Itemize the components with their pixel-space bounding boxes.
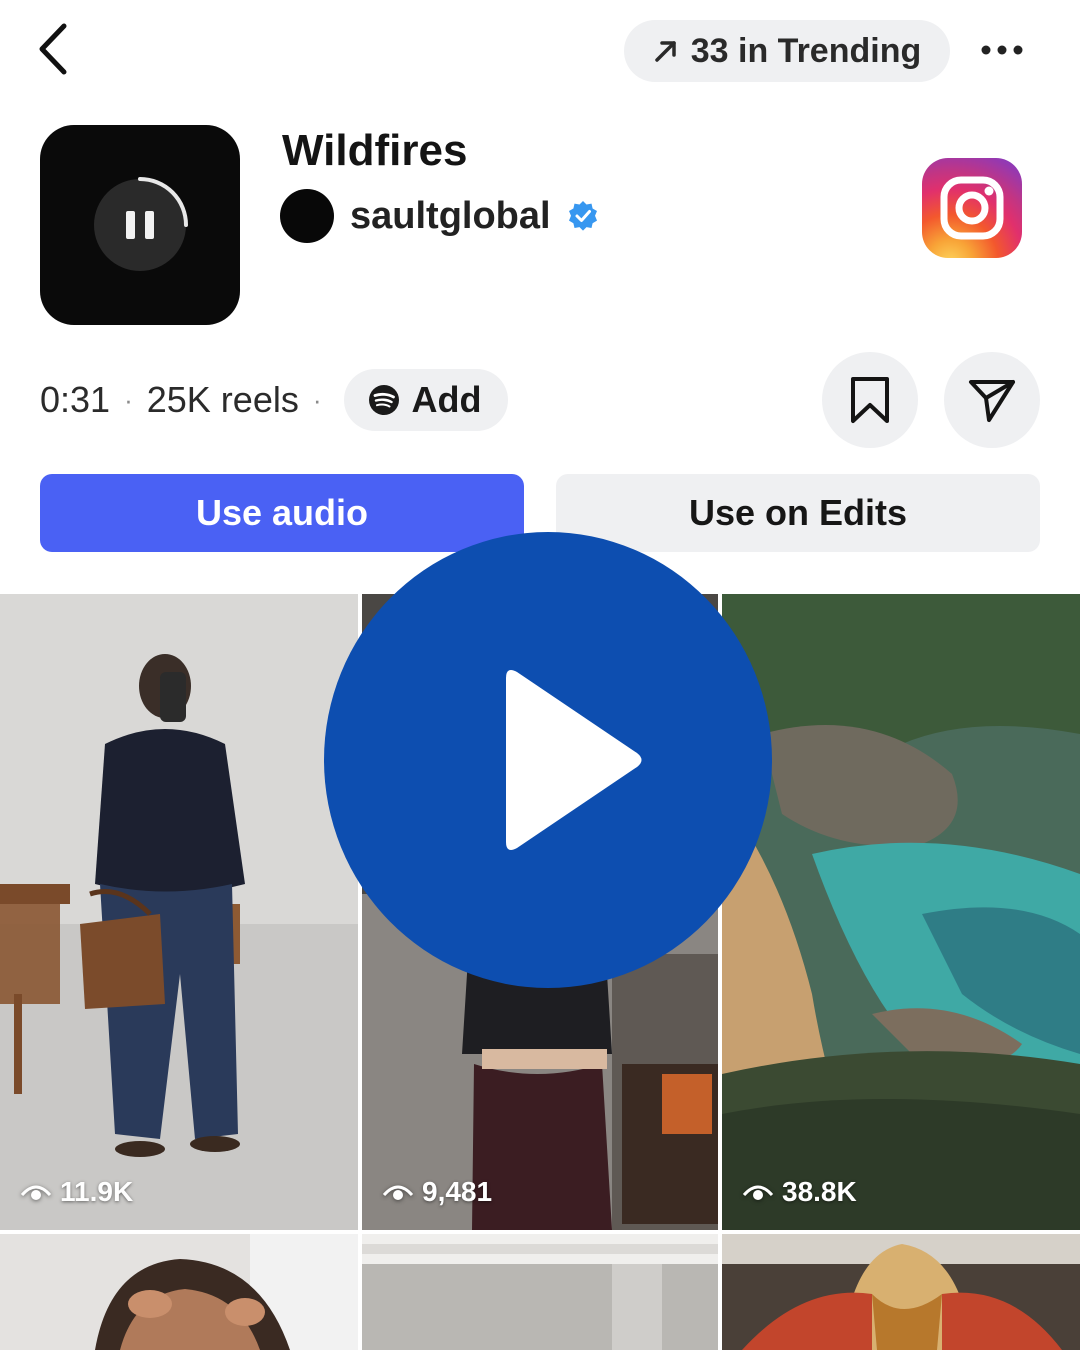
play-icon[interactable] <box>324 532 772 988</box>
send-icon <box>969 380 1015 422</box>
reels-count: 25K reels <box>146 379 299 420</box>
reel-tile[interactable]: 11.9K <box>0 594 358 1230</box>
view-count-label: 11.9K <box>60 1176 134 1207</box>
artist-avatar[interactable] <box>280 189 334 243</box>
verified-badge-icon <box>568 201 597 231</box>
separator-dot: · <box>124 384 133 415</box>
bookmark-icon <box>851 377 889 423</box>
back-button[interactable] <box>22 18 82 80</box>
artist-name[interactable]: saultglobal <box>350 195 551 238</box>
chevron-left-icon <box>39 23 67 75</box>
audio-title: Wildfires <box>282 126 468 175</box>
spotify-icon <box>368 385 399 415</box>
view-count: 11.9K <box>20 1176 133 1208</box>
reel-thumbnail <box>362 1234 718 1350</box>
eye-icon <box>742 1185 774 1200</box>
view-count-label: 38.8K <box>782 1176 857 1207</box>
eye-icon <box>20 1185 52 1200</box>
reel-thumbnail <box>0 1234 358 1350</box>
reel-tile[interactable] <box>722 1234 1080 1350</box>
reel-tile[interactable] <box>0 1234 358 1350</box>
more-horizontal-icon <box>981 45 1023 55</box>
add-to-spotify-button[interactable]: Add <box>343 369 508 431</box>
more-options-button[interactable] <box>970 22 1034 78</box>
audio-duration: 0:31 <box>40 379 111 420</box>
artist-row[interactable]: saultglobal <box>280 188 599 244</box>
reel-thumbnail <box>0 594 358 1230</box>
save-audio-button[interactable] <box>822 352 918 448</box>
view-count: 9,481 <box>382 1176 492 1208</box>
add-label: Add <box>411 379 482 420</box>
reel-tile[interactable]: 38.8K <box>722 594 1080 1230</box>
trending-badge[interactable]: 33 in Trending <box>624 20 950 82</box>
reel-thumbnail <box>722 1234 1080 1350</box>
eye-icon <box>382 1185 414 1200</box>
trending-label: 33 in Trending <box>690 31 922 70</box>
audio-cover-art[interactable] <box>40 125 240 325</box>
view-count: 38.8K <box>742 1176 857 1208</box>
pause-icon[interactable] <box>88 173 192 277</box>
view-count-label: 9,481 <box>422 1176 493 1207</box>
separator-dot: · <box>312 384 322 415</box>
reel-tile[interactable] <box>362 1234 718 1350</box>
top-bar: 33 in Trending <box>0 0 1080 100</box>
audio-meta-row: 0:31 · 25K reels · Add <box>40 368 508 432</box>
arrow-up-right-icon <box>655 41 676 62</box>
share-audio-button[interactable] <box>944 352 1040 448</box>
reel-thumbnail <box>722 594 1080 1230</box>
instagram-logo-icon[interactable] <box>922 158 1022 258</box>
